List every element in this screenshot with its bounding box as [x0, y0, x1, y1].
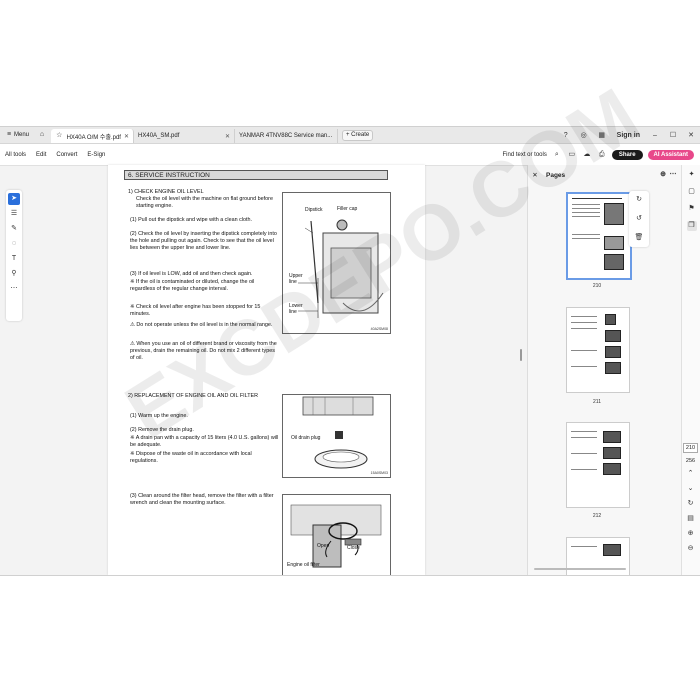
pen-icon[interactable]: ✎: [8, 223, 20, 235]
document-scrollbar[interactable]: [520, 349, 522, 361]
zoom-in-icon[interactable]: ⊕: [686, 529, 696, 539]
label-close: Close: [347, 545, 360, 551]
ai-assistant-button[interactable]: AI Assistant: [647, 149, 694, 160]
rotate-counterclockwise-icon[interactable]: ↺: [634, 214, 644, 224]
more-icon[interactable]: ⋯: [668, 170, 678, 180]
left-toolbar: ➤ ☰ ✎ ◌ T ⚲ ⋯: [6, 190, 22, 321]
text-box-icon[interactable]: T: [8, 253, 20, 265]
label-open: Open: [317, 543, 330, 549]
menu-all-tools[interactable]: All tools: [0, 152, 31, 158]
figure-code: 40A2SM08: [370, 327, 388, 331]
page-number-212: 212: [592, 513, 602, 519]
step-3: (3) If oil level is LOW, add oil and the…: [130, 271, 253, 277]
page-thumbnail-212[interactable]: [566, 422, 630, 508]
stamp-icon[interactable]: ⚲: [8, 268, 20, 280]
pdf-star-icon: ☆: [56, 132, 63, 139]
comment-icon[interactable]: ☰: [8, 208, 20, 220]
window-close-icon[interactable]: ✕: [682, 131, 700, 139]
step-2: (2) Check the oil level by inserting the…: [130, 231, 277, 251]
pages-horizontal-scrollbar[interactable]: [534, 568, 626, 570]
hamburger-icon: ≡: [6, 131, 12, 138]
page-number-210: 210: [592, 283, 602, 289]
step-check-oil-level: 1) CHECK ENGINE OIL LEVEL: [128, 189, 204, 195]
tab-yanmar[interactable]: YANMAR 4TNV88C Service man...: [235, 129, 339, 143]
rotate-clockwise-icon[interactable]: ↻: [634, 195, 644, 205]
lasso-icon[interactable]: ◌: [8, 238, 20, 250]
step-1: (1) Pull out the dipstick and wipe with …: [130, 217, 252, 223]
page-thumbnail-210[interactable]: [566, 192, 632, 280]
select-cursor-icon[interactable]: ➤: [8, 193, 20, 205]
menu-esign[interactable]: E-Sign: [82, 152, 110, 158]
pages-icon[interactable]: ❐: [686, 221, 697, 231]
comments-icon[interactable]: ▢: [687, 187, 697, 197]
close-icon[interactable]: ✕: [225, 133, 230, 140]
replace-step-3: (3) Clean around the filter head, remove…: [130, 493, 274, 506]
figure-drain-plug: Oil drain plug 15A0SM03: [282, 394, 391, 478]
page-fit-icon[interactable]: ▤: [686, 514, 696, 524]
bookmark-icon[interactable]: ⚑: [687, 204, 697, 214]
label-engine-oil-filter: Engine oil filter: [287, 562, 320, 568]
home-icon: ⌂: [39, 131, 45, 138]
home-button[interactable]: ⌂: [33, 127, 51, 143]
tab-hx40a-sm[interactable]: HX40A_SM.pdf ✕: [134, 129, 236, 143]
figure-code: 15A0SM03: [370, 471, 388, 475]
label-dipstick: Dipstick: [305, 207, 323, 213]
page-number-211: 211: [593, 399, 601, 405]
tab-label: YANMAR 4TNV88C Service man...: [239, 133, 333, 139]
menu-label: Menu: [14, 132, 30, 138]
check-oil-intro: Check the oil level with the machine on …: [136, 196, 273, 209]
close-icon[interactable]: ✕: [124, 133, 129, 140]
pages-panel: ✕ Pages ⊕ ⋯ 210 211 212: [527, 165, 682, 575]
more-icon[interactable]: ⋯: [8, 283, 20, 295]
chevron-up-icon[interactable]: ⌃: [686, 469, 696, 479]
page-actions-toolbar: ↻ ↺ 🗑: [629, 191, 649, 247]
current-page-input[interactable]: 210: [682, 443, 699, 453]
page-thumbnail-213[interactable]: [566, 537, 630, 575]
label-oil-drain-plug: Oil drain plug: [291, 435, 321, 441]
maximize-icon[interactable]: ☐: [664, 131, 682, 139]
figure-oil-filter: Open Close Engine oil filter: [282, 494, 391, 575]
tab-label: HX40A_SM.pdf: [138, 133, 180, 139]
label-filler-cap: Filler cap: [337, 206, 358, 212]
note-dispose: ※ Dispose of the waste oil in accordance…: [130, 451, 252, 464]
pdf-app-window: ≡ Menu ⌂ ☆ HX40A O/M 수출.pdf ✕ HX40A_SM.p…: [0, 126, 700, 576]
menu-convert[interactable]: Convert: [51, 152, 82, 158]
menu-edit[interactable]: Edit: [31, 152, 51, 158]
zoom-out-icon[interactable]: ⊖: [686, 544, 696, 554]
insert-page-icon[interactable]: ⊕: [658, 170, 668, 180]
refresh-icon[interactable]: ↻: [686, 499, 696, 509]
create-button[interactable]: + Create: [342, 129, 374, 141]
page-thumbnail-211[interactable]: [566, 307, 630, 393]
page-navigation: 210 256 ⌃ ⌄ ↻ ▤ ⊕ ⊖: [681, 443, 700, 554]
menu-button[interactable]: ≡ Menu: [0, 127, 33, 143]
tab-label: HX40A O/M 수출.pdf: [66, 134, 121, 141]
chevron-down-icon[interactable]: ⌄: [686, 484, 696, 494]
section-heading: 6. SERVICE INSTRUCTION: [124, 170, 388, 180]
total-pages: 256: [685, 458, 696, 464]
ai-sparkle-icon[interactable]: ✦: [687, 170, 697, 180]
delete-icon[interactable]: 🗑: [634, 233, 644, 243]
tab-hx40a-om[interactable]: ☆ HX40A O/M 수출.pdf ✕: [51, 129, 135, 143]
